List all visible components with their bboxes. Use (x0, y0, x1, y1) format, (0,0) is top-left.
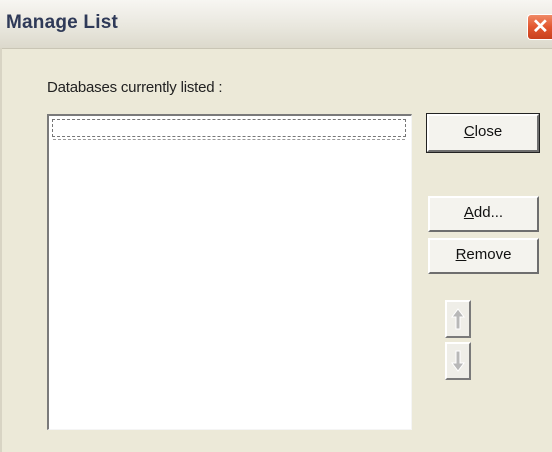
arrow-down-icon (451, 350, 465, 372)
title-bar[interactable]: Manage List ✕ (0, 0, 552, 49)
remove-mnemonic: R (455, 246, 467, 263)
remove-button[interactable]: Remove (428, 238, 539, 274)
window-border (0, 48, 2, 452)
close-mnemonic: C (463, 123, 475, 140)
manage-list-dialog: Manage List ✕ Databases currently listed… (0, 0, 552, 452)
remove-label-rest: emove (466, 246, 512, 263)
window-title: Manage List (6, 12, 118, 33)
add-button[interactable]: Add... (428, 196, 539, 232)
databases-listbox[interactable] (47, 114, 412, 430)
close-icon: ✕ (532, 16, 549, 38)
databases-list-label: Databases currently listed : (47, 79, 223, 96)
close-button[interactable]: Close (426, 113, 540, 153)
add-mnemonic: A (463, 204, 474, 221)
close-label-rest: lose (474, 123, 503, 140)
list-focus-item[interactable] (52, 119, 406, 140)
move-up-button[interactable] (445, 300, 471, 338)
add-label-rest: dd... (473, 204, 504, 221)
arrow-up-icon (451, 308, 465, 330)
title-close-button[interactable]: ✕ (527, 14, 552, 40)
move-down-button[interactable] (445, 342, 471, 380)
